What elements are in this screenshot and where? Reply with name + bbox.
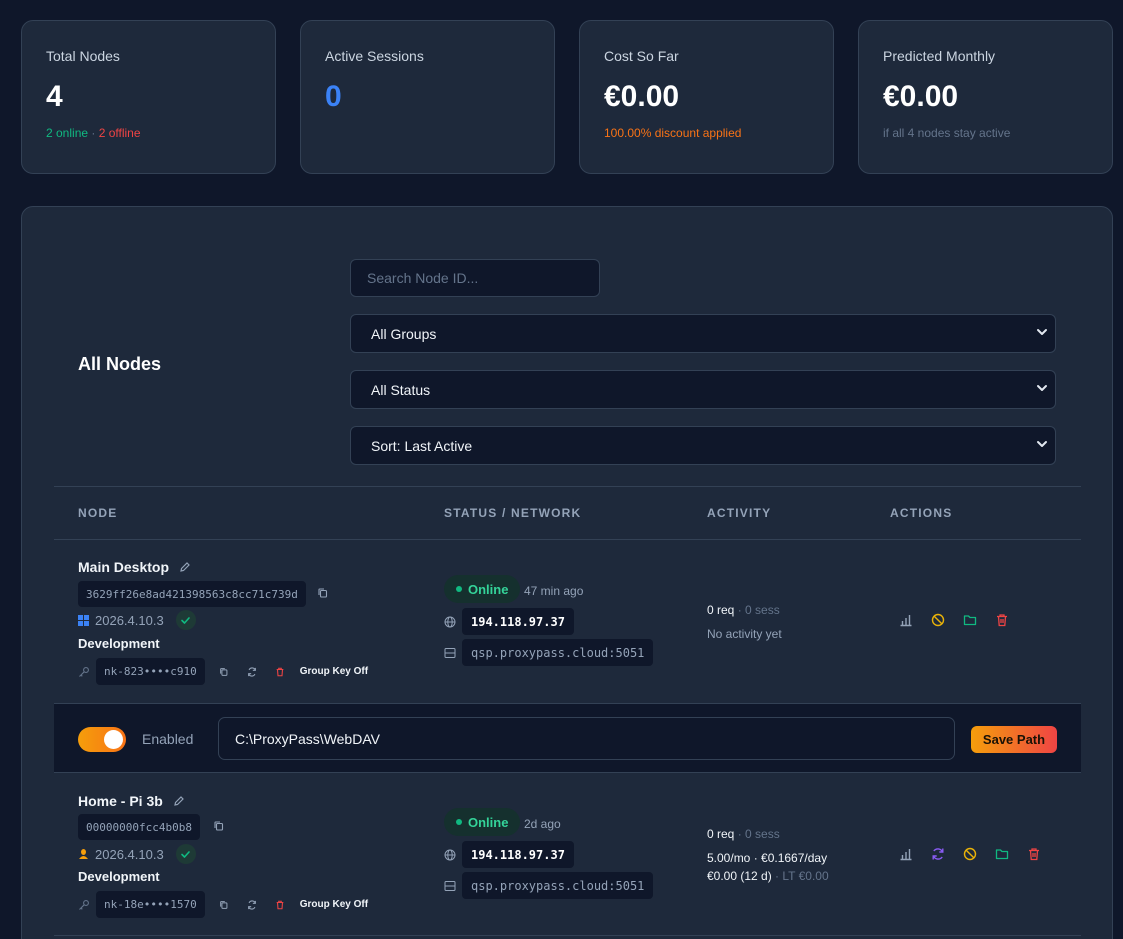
pricing-cost: €0.00 (12 d) · LT €0.00 — [707, 869, 829, 883]
trash-icon[interactable] — [275, 667, 285, 677]
stat-sub: 2 online · 2 offline — [46, 126, 141, 140]
key-icon — [79, 899, 89, 910]
chevron-down-icon — [1037, 329, 1047, 335]
stat-card-active-sessions: Active Sessions 0 — [300, 20, 555, 174]
copy-icon[interactable] — [219, 900, 229, 910]
sort-select[interactable]: Sort: Last Active — [350, 426, 1056, 465]
node-name: Main Desktop — [78, 559, 191, 575]
copy-icon[interactable] — [317, 587, 329, 599]
webdav-path-bar: Enabled C:\ProxyPass\WebDAV Save Path — [54, 703, 1081, 773]
key-icon — [79, 666, 89, 677]
node-key: nk-823••••c910 — [96, 658, 205, 685]
verified-check-icon — [175, 610, 196, 630]
trash-icon[interactable] — [995, 613, 1009, 627]
node-ip: 194.118.97.37 — [462, 608, 574, 635]
online-count: 2 online — [46, 126, 89, 140]
globe-icon — [444, 616, 456, 628]
activity-summary: 0 req · 0 sess — [707, 827, 780, 841]
panel-title: All Nodes — [78, 354, 162, 374]
webdav-toggle[interactable] — [78, 727, 126, 752]
stat-label: Active Sessions — [325, 48, 424, 64]
server-icon — [444, 881, 456, 891]
stat-sub: if all 4 nodes stay active — [883, 126, 1011, 140]
stat-card-total-nodes: Total Nodes 4 2 online · 2 offline — [21, 20, 276, 174]
sync-icon[interactable] — [931, 847, 945, 861]
server-icon — [444, 648, 456, 658]
globe-icon — [444, 849, 456, 861]
chevron-down-icon — [1037, 385, 1047, 391]
column-header-node: NODE — [78, 506, 118, 520]
divider — [54, 935, 1081, 936]
node-id: 3629ff26e8ad421398563c8cc71c739d — [78, 581, 306, 607]
webdav-path-input[interactable]: C:\ProxyPass\WebDAV — [218, 717, 955, 760]
node-key-row: nk-18e••••1570 Group Key Off — [78, 891, 368, 918]
column-header-actions: ACTIONS — [890, 506, 953, 520]
block-icon[interactable] — [963, 847, 977, 861]
verified-check-icon — [175, 844, 196, 864]
divider — [54, 539, 1081, 540]
node-name: Home - Pi 3b — [78, 793, 185, 809]
node-key-row: nk-823••••c910 Group Key Off — [78, 658, 368, 685]
stat-value: 0 — [325, 80, 342, 113]
column-header-activity: ACTIVITY — [707, 506, 772, 520]
toggle-label: Enabled — [142, 731, 194, 747]
chevron-down-icon — [1037, 441, 1047, 447]
divider — [54, 486, 1081, 487]
pencil-icon[interactable] — [179, 561, 191, 573]
refresh-icon[interactable] — [247, 899, 257, 910]
node-ip: 194.118.97.37 — [462, 841, 574, 868]
stat-card-predicted-monthly: Predicted Monthly €0.00 if all 4 nodes s… — [858, 20, 1113, 174]
node-host: qsp.proxypass.cloud:5051 — [462, 639, 654, 666]
activity-summary: 0 req · 0 sess — [707, 603, 780, 617]
node-id: 00000000fcc4b0b8 — [78, 814, 200, 840]
search-node-input[interactable] — [350, 259, 600, 297]
group-filter-select[interactable]: All Groups — [350, 314, 1056, 353]
node-version: 2026.4.10.3 — [78, 844, 196, 864]
nodes-panel: All Nodes All Groups All Status Sort: La… — [21, 206, 1113, 939]
column-header-status: STATUS / NETWORK — [444, 506, 582, 520]
group-key-status: Group Key Off — [299, 666, 369, 677]
pencil-icon[interactable] — [173, 795, 185, 807]
block-icon[interactable] — [931, 613, 945, 627]
linux-icon — [79, 849, 88, 859]
stat-value: €0.00 — [883, 80, 959, 113]
trash-icon[interactable] — [1027, 847, 1041, 861]
node-group: Development — [78, 869, 160, 884]
activity-note: No activity yet — [707, 627, 782, 641]
group-key-status: Group Key Off — [299, 899, 369, 910]
folder-icon[interactable] — [963, 613, 977, 627]
node-key: nk-18e••••1570 — [96, 891, 205, 918]
stat-sub: 100.00% discount applied — [604, 126, 742, 140]
copy-icon[interactable] — [219, 667, 229, 677]
stat-card-cost-so-far: Cost So Far €0.00 100.00% discount appli… — [579, 20, 834, 174]
offline-count: 2 offline — [98, 126, 141, 140]
folder-icon[interactable] — [995, 847, 1009, 861]
status-filter-select[interactable]: All Status — [350, 370, 1056, 409]
last-seen: 47 min ago — [524, 584, 584, 598]
save-path-button[interactable]: Save Path — [971, 726, 1057, 753]
copy-icon[interactable] — [213, 820, 225, 832]
stat-label: Total Nodes — [46, 48, 120, 64]
trash-icon[interactable] — [275, 900, 285, 910]
stat-value: 4 — [46, 80, 63, 113]
stat-value: €0.00 — [604, 80, 680, 113]
node-group: Development — [78, 636, 160, 651]
stat-label: Cost So Far — [604, 48, 679, 64]
refresh-icon[interactable] — [247, 666, 257, 677]
stat-label: Predicted Monthly — [883, 48, 996, 64]
pricing-rate: 5.00/mo · €0.1667/day — [707, 851, 828, 865]
status-badge: Online — [444, 808, 521, 836]
stats-icon[interactable] — [899, 847, 913, 861]
last-seen: 2d ago — [524, 817, 561, 831]
stats-icon[interactable] — [899, 613, 913, 627]
windows-icon — [78, 614, 89, 626]
status-badge: Online — [444, 575, 521, 603]
node-version: 2026.4.10.3 — [78, 610, 196, 630]
node-host: qsp.proxypass.cloud:5051 — [462, 872, 654, 899]
